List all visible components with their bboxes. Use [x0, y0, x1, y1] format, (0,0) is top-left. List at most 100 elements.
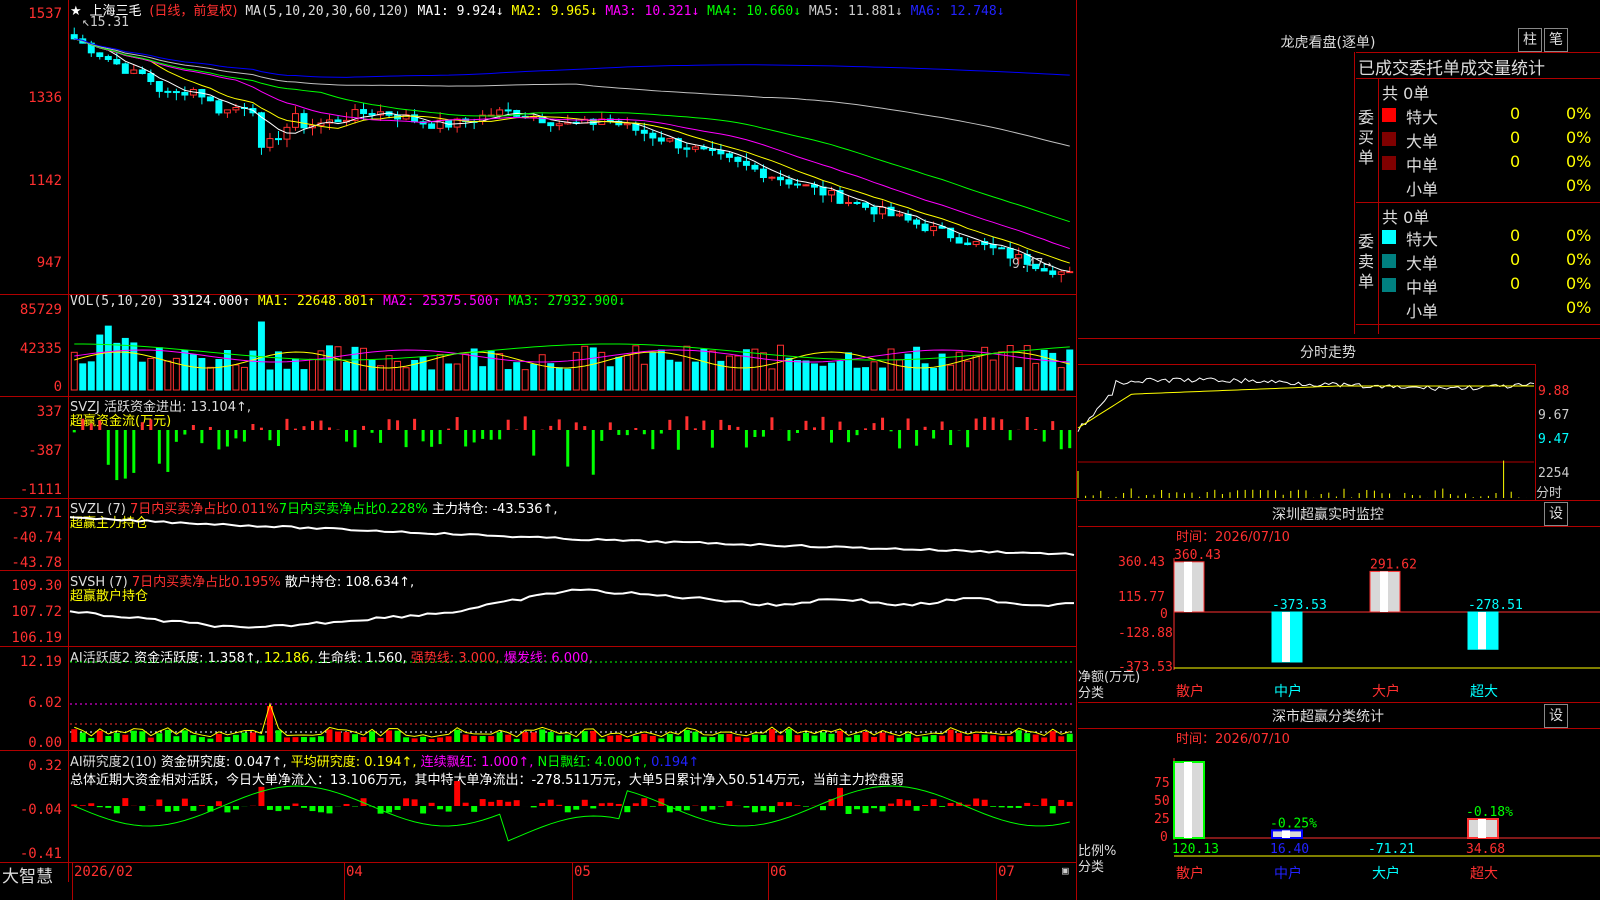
ai2-bar: [888, 803, 895, 806]
volume-bar: [879, 367, 887, 391]
ai1-bar: [309, 737, 316, 742]
volume-bar: [189, 354, 197, 391]
szc-bar-highlight: [1282, 830, 1290, 838]
kline-y-tick: 1336: [28, 90, 62, 106]
ai2-bar: [717, 806, 724, 807]
ai1-bar: [283, 737, 290, 742]
szc-category-label: 大户: [1372, 865, 1400, 882]
candle-body: [121, 63, 129, 74]
kline-y-tick: 1537: [28, 6, 62, 22]
ai2-bar: [232, 806, 239, 810]
szc-category-label: 散户: [1176, 865, 1204, 882]
period-label[interactable]: (日线，前复权): [149, 4, 237, 19]
vol-ma1-line: [74, 351, 1070, 369]
candle-body: [155, 81, 163, 92]
volume-bar: [223, 349, 231, 391]
candle-body: [555, 123, 563, 127]
sz-monitor-chart[interactable]: 360.43 散户 -373.53 中户 291.62 大户 -278.51 超大: [1078, 540, 1600, 700]
ai2-bar: [556, 804, 563, 806]
svzl-y-tick: -37.71: [11, 505, 62, 521]
candle-body: [215, 100, 223, 114]
bar-mode-button[interactable]: 柱: [1518, 28, 1542, 52]
volume-bar: [198, 357, 206, 391]
volume-bar: [870, 361, 878, 391]
ai2-bar: [190, 806, 197, 811]
tick-mode-button[interactable]: 笔: [1544, 28, 1568, 52]
ai1-bar: [292, 737, 299, 742]
volume-bar: [360, 347, 368, 391]
volume-bar: [640, 363, 648, 391]
ai1-bar: [275, 730, 282, 742]
sz-monitor-title: 深圳超赢实时监控: [1272, 507, 1384, 523]
szm-category-label: 大户: [1372, 683, 1400, 700]
candle-body: [921, 223, 929, 232]
ai1-bar: [258, 735, 265, 742]
ai1-chart[interactable]: [70, 648, 1074, 748]
x-tick: 05: [574, 864, 591, 880]
ai2-y-tick: 0.32: [28, 758, 62, 774]
svzl-line[interactable]: [69, 500, 1075, 568]
ai2-bar: [590, 806, 597, 809]
sz-monitor-settings-button[interactable]: 设: [1544, 502, 1568, 526]
ai2-line: [74, 785, 1070, 842]
szc-category-label: 中户: [1274, 865, 1302, 882]
candle-body: [181, 91, 189, 96]
ai1-y-tick: 6.02: [28, 695, 62, 711]
chart-area[interactable]: ★ 上海三毛 (日线，前复权) MA(5,10,20,30,60,120) MA…: [0, 0, 1077, 900]
volume-bar: [487, 350, 495, 391]
ai1-bar: [803, 732, 809, 742]
lock-icon[interactable]: ▣: [1062, 864, 1069, 877]
ai1-bar: [573, 738, 580, 742]
ma-line: [74, 38, 1070, 250]
ai2-bar: [309, 806, 316, 812]
volume-bar: [666, 359, 674, 391]
ma4-value: MA4: 10.660↓: [707, 4, 802, 19]
ai1-bar: [862, 731, 869, 742]
volume-bar: [479, 366, 487, 391]
sz-class-title: 深市超赢分类统计: [1272, 709, 1384, 725]
ai2-bar: [607, 802, 614, 806]
ai1-bar: [624, 738, 631, 742]
sz-class-settings-button[interactable]: 设: [1544, 704, 1568, 728]
ai1-bar: [556, 735, 563, 742]
ai1-bar: [394, 730, 401, 742]
volume-bar: [249, 350, 257, 391]
volume-chart[interactable]: [70, 310, 1074, 391]
szm-category-label: 中户: [1274, 683, 1302, 700]
svzj-chart[interactable]: [70, 400, 1074, 496]
volume-bar: [862, 367, 870, 391]
svzl-y-tick: -40.74: [11, 530, 62, 546]
kline-y-tick: 1142: [28, 173, 62, 189]
ai2-chart[interactable]: [70, 752, 1074, 860]
candle-body: [683, 147, 691, 150]
buy-row-label: 特大: [1406, 108, 1439, 127]
ai2-bar: [1066, 801, 1073, 806]
ai1-bar: [658, 738, 665, 742]
intraday-chart[interactable]: [1077, 366, 1535, 498]
szm-value-label: -278.51: [1468, 598, 1523, 613]
ai2-bar: [820, 806, 826, 811]
ai2-bar: [547, 799, 554, 806]
kline-header: ★ 上海三毛 (日线，前复权) MA(5,10,20,30,60,120) MA…: [70, 4, 1005, 19]
sell-row-pct: 0%: [1566, 250, 1592, 269]
svsh-line[interactable]: [69, 572, 1075, 644]
ai2-bar: [386, 806, 393, 813]
volume-bar: [606, 366, 614, 391]
candle-body: [1066, 271, 1074, 274]
sz-class-chart[interactable]: 120.13 散户 -0.25% 16.40 中户 -71.21 大户 -0.18% 34.68…: [1078, 740, 1600, 900]
candlestick-chart[interactable]: [70, 18, 1074, 290]
ai1-bar: [377, 737, 384, 742]
candle-body: [785, 179, 793, 185]
szc-value-label: -71.21: [1368, 842, 1415, 857]
volume-bar: [504, 369, 512, 391]
svsh-y-tick: 106.19: [11, 630, 62, 646]
ai2-bar: [343, 803, 350, 806]
x-tick: 06: [770, 864, 787, 880]
szc-note-label: -0.18%: [1466, 805, 1513, 820]
ai2-bar: [862, 806, 869, 814]
candle-body: [164, 90, 172, 93]
candle-body: [649, 132, 657, 139]
ai2-bar: [275, 806, 282, 812]
ma1-value: MA1: 9.924↓: [417, 4, 504, 19]
ai2-bar: [1041, 798, 1048, 806]
